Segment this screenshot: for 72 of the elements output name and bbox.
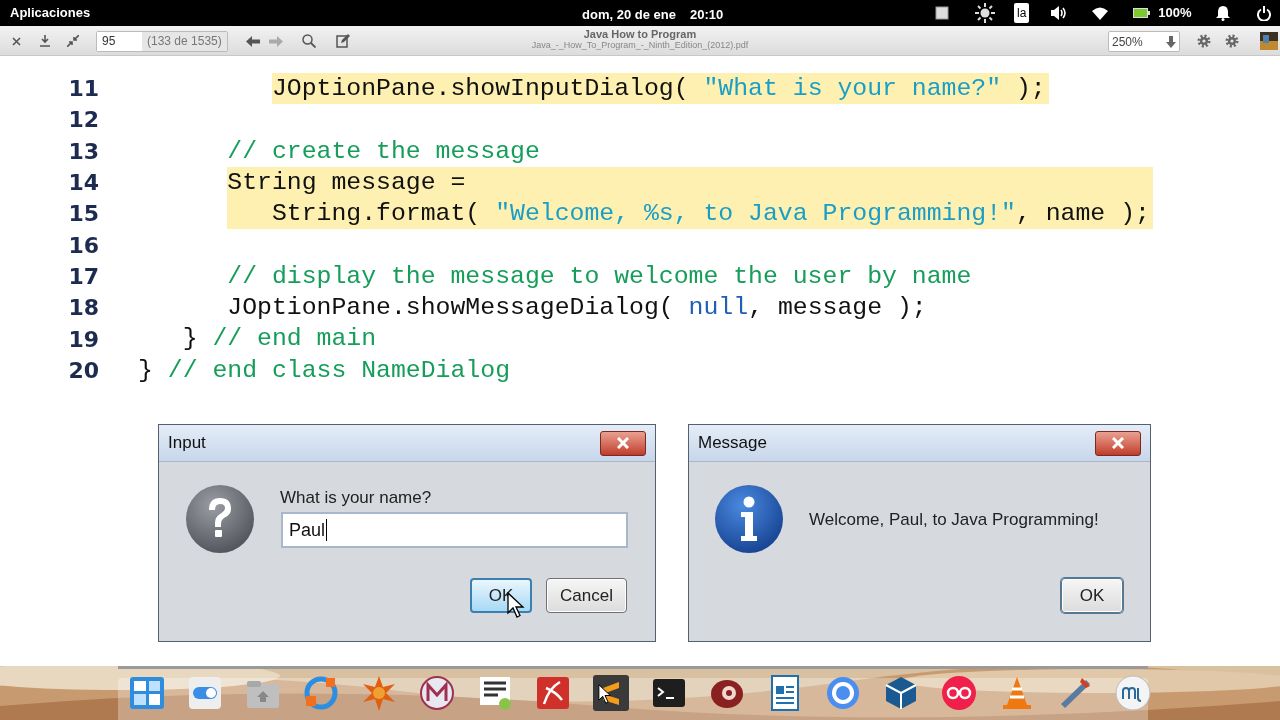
close-button[interactable] [600, 430, 646, 456]
code-text: , message ); [748, 292, 927, 324]
line-number: 13 [67, 137, 99, 166]
code-text: ); [1015, 73, 1046, 105]
edit-icon[interactable] [336, 34, 350, 48]
settings-icon[interactable] [1225, 34, 1239, 48]
power-icon[interactable] [1256, 5, 1271, 21]
line-number: 16 [67, 231, 99, 260]
mouse-pointer-icon [598, 684, 612, 704]
wifi-icon[interactable] [1092, 6, 1109, 20]
string-literal: "What is your name?" [703, 73, 1002, 105]
editor-icon[interactable] [592, 674, 630, 712]
code-text: String message = [227, 166, 466, 198]
letter-badge-icon[interactable] [418, 674, 456, 712]
line-number: 12 [67, 106, 99, 135]
string-literal: "Welcome, %s, to Java Programming!" [495, 198, 1016, 230]
code-text: JOptionPane.showInputDialog( [271, 73, 690, 105]
code-comment: // end class NameDialog [167, 354, 511, 386]
close-icon[interactable] [12, 37, 21, 46]
volume-icon[interactable] [1050, 5, 1069, 21]
shrink-icon[interactable] [67, 35, 79, 47]
toggle-icon[interactable] [186, 674, 224, 712]
dialog-button[interactable]: OK [1061, 578, 1123, 613]
info-icon [714, 484, 784, 554]
clock-label: 20:10 [689, 6, 724, 24]
applications-menu[interactable]: Aplicaciones [10, 3, 91, 23]
file-name: Java_-_How_To_Program_-_Ninth_Edition_(2012).pdf [531, 40, 749, 51]
line-number: 19 [67, 325, 99, 354]
document-title: Java How to Program [583, 29, 697, 40]
back-arrow-icon[interactable] [246, 36, 260, 47]
line-number: 15 [67, 200, 99, 229]
line-number: 11 [67, 75, 99, 104]
settings-icon[interactable] [1197, 34, 1211, 48]
keyboard-layout-indicator[interactable]: la [1014, 3, 1030, 23]
dialog-button[interactable]: Cancel [546, 578, 627, 613]
date-label: dom, 20 de ene [582, 6, 676, 24]
battery-percentage: 100% [1158, 4, 1192, 23]
code-keyword: null [688, 292, 749, 324]
code-text: , name ); [1015, 198, 1150, 230]
window-icon[interactable] [934, 5, 950, 21]
name-input-field[interactable]: Paul [281, 512, 628, 548]
down-arrow-icon [1166, 35, 1176, 48]
thumbnail-icon[interactable] [1260, 32, 1278, 50]
code-comment: // display the message to welcome the user by name [227, 260, 972, 292]
dialog-title: Message [698, 432, 767, 455]
browser-icon[interactable] [824, 674, 862, 712]
close-icon [617, 437, 629, 449]
question-icon [185, 484, 255, 554]
search-icon[interactable] [302, 34, 316, 48]
notification-bell-icon[interactable] [1215, 5, 1230, 21]
code-text: } [138, 354, 154, 386]
brightness-icon[interactable] [975, 3, 995, 23]
pdf-reader-icon[interactable] [534, 674, 572, 712]
line-number: 17 [67, 262, 99, 291]
code-comment: // end main [212, 323, 377, 355]
tiles-icon[interactable] [128, 674, 166, 712]
message-text: Welcome, Paul, to Java Programming! [809, 509, 1099, 531]
code-text: JOptionPane.showMessageDialog( [227, 292, 675, 324]
close-button[interactable] [1095, 430, 1141, 456]
dialog-title: Input [168, 432, 206, 455]
close-icon [1112, 437, 1124, 449]
zoom-dropdown[interactable]: 250% [1108, 31, 1180, 52]
code-comment: // create the message [227, 135, 540, 167]
line-number: 20 [67, 356, 99, 385]
download-icon[interactable] [40, 35, 50, 47]
line-number: 18 [67, 294, 99, 323]
double-circle-icon[interactable] [940, 674, 978, 712]
line-number: 14 [67, 169, 99, 198]
battery-icon[interactable] [1133, 8, 1151, 18]
prompt-label: What is your name? [280, 487, 432, 509]
code-text: String.format( [271, 198, 482, 230]
code-text: } [182, 323, 199, 355]
